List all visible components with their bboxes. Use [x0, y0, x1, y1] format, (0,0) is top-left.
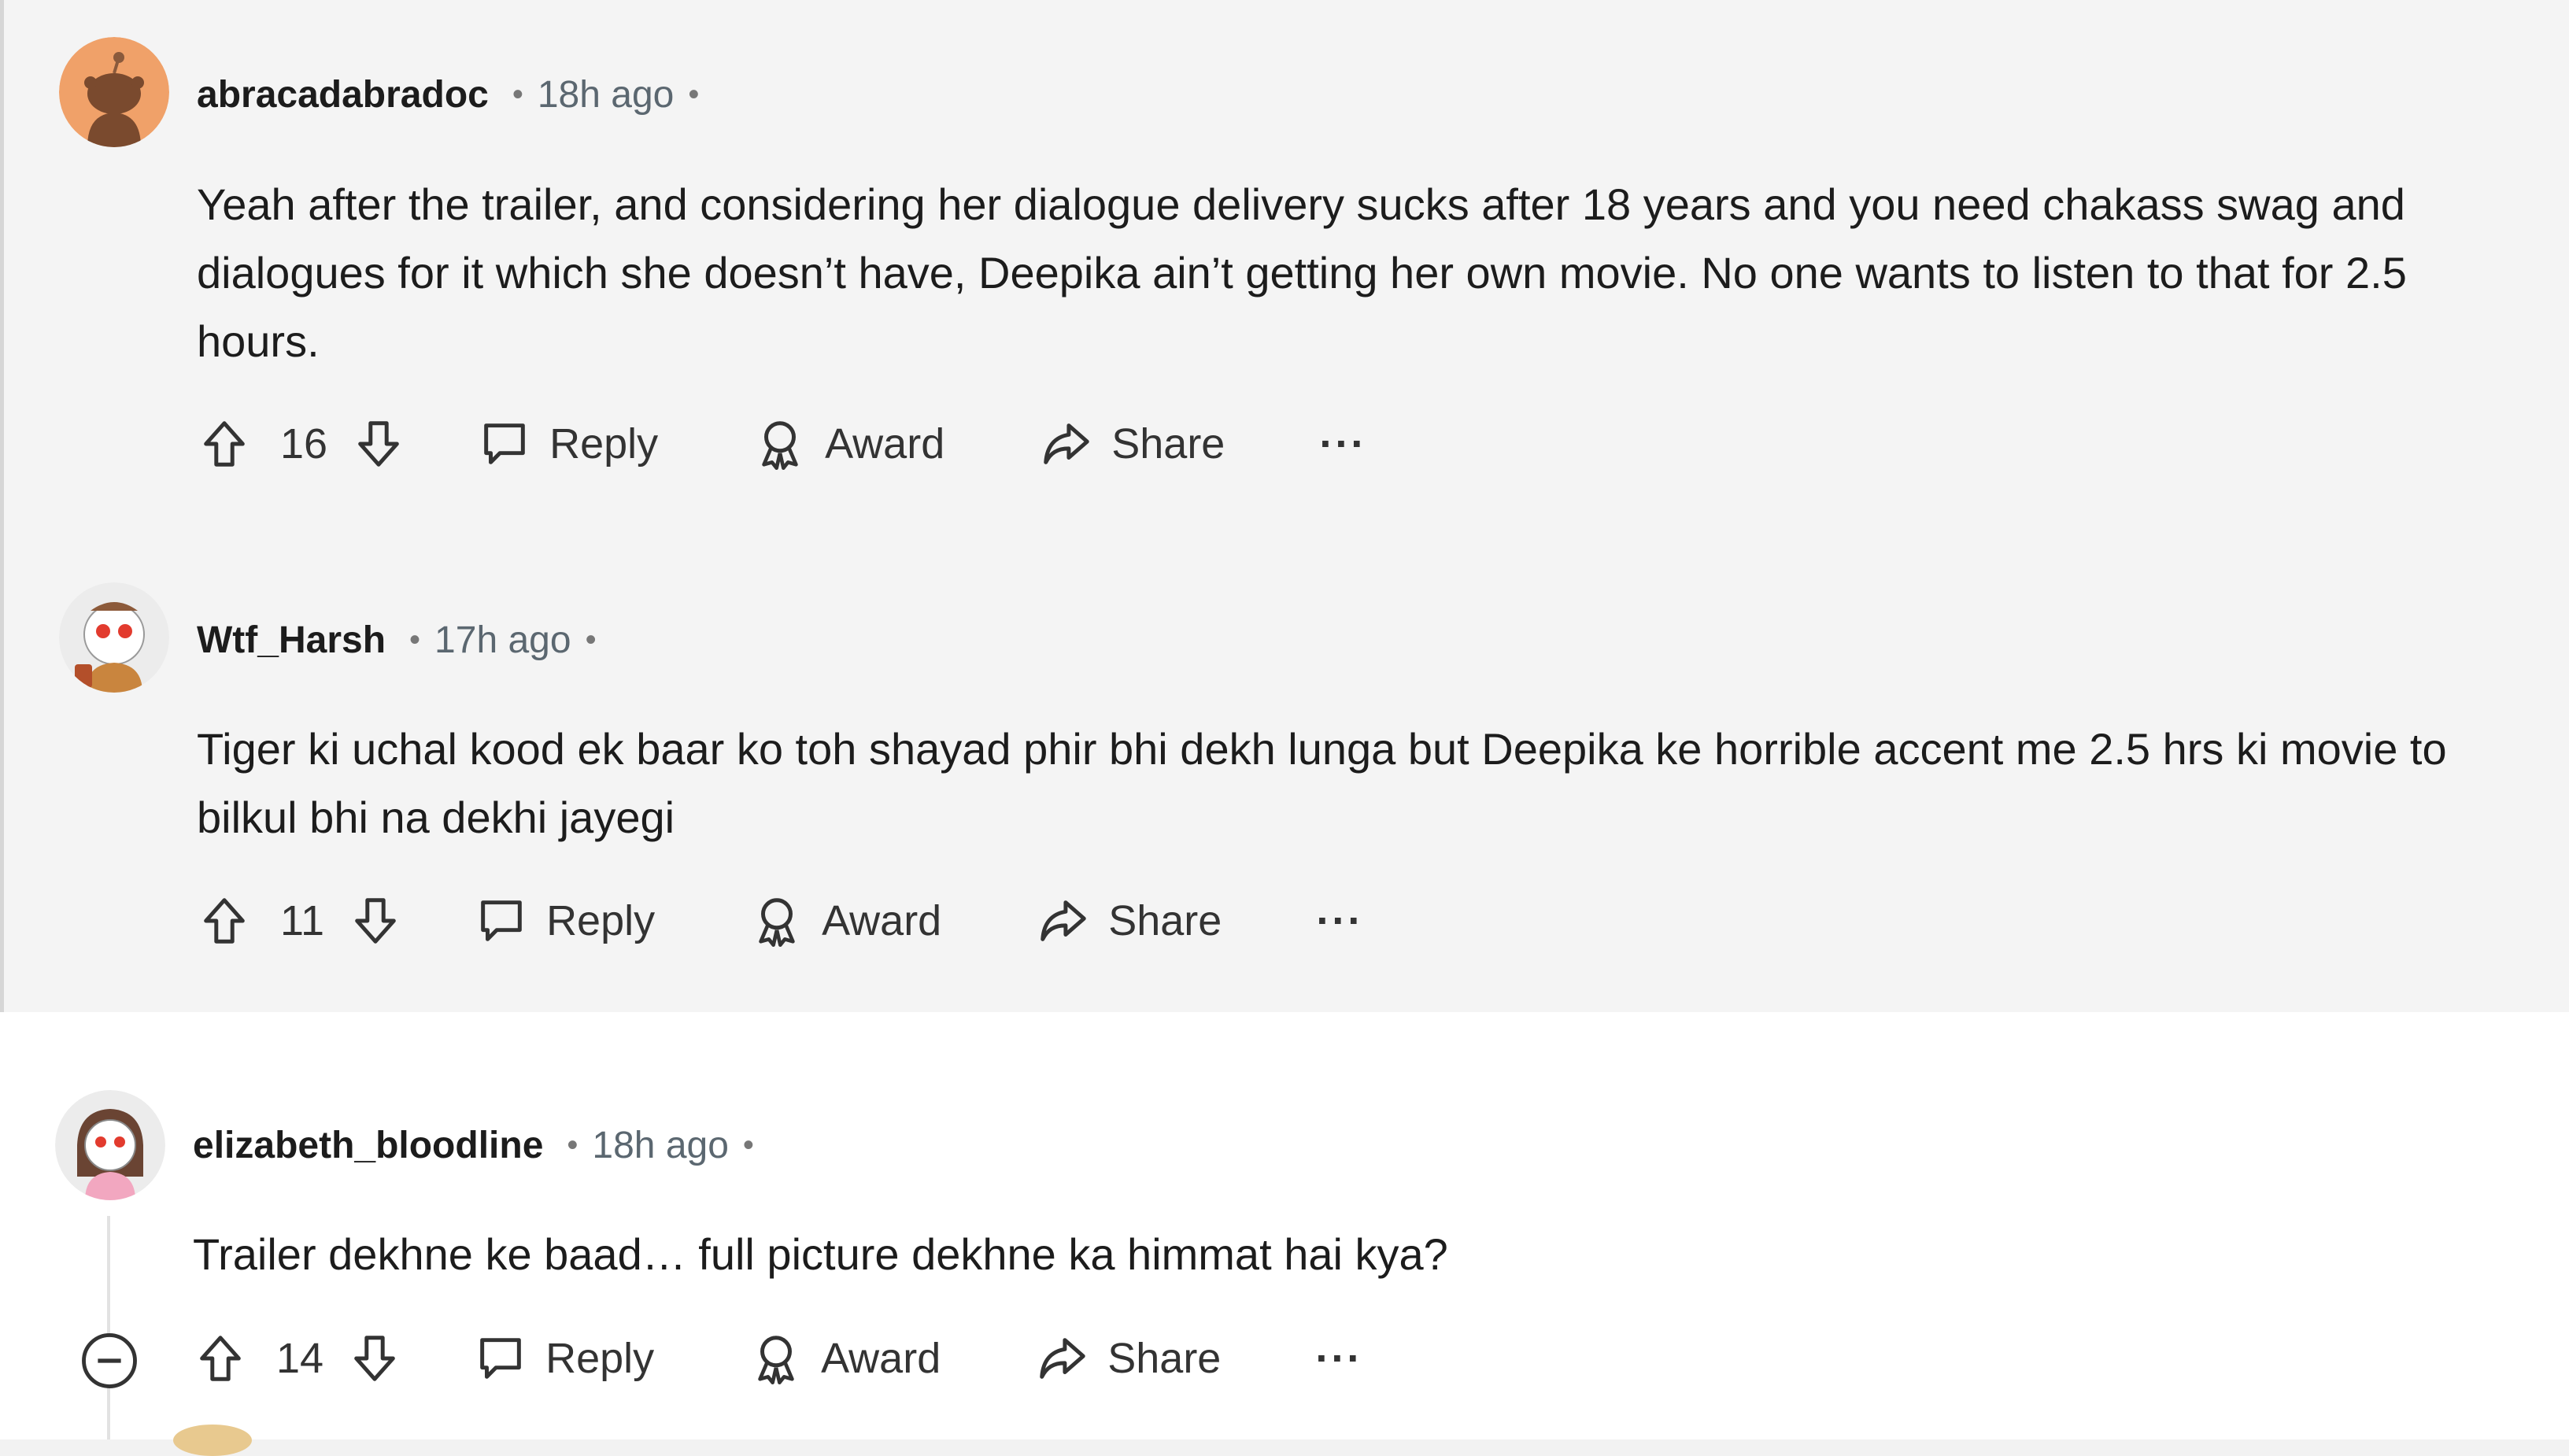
share-arrow-icon	[1036, 893, 1091, 948]
share-button[interactable]: Share	[1039, 416, 1225, 471]
comment-bubble-icon	[474, 893, 529, 948]
username[interactable]: abracadabradoc	[197, 73, 489, 116]
share-arrow-icon	[1035, 1331, 1090, 1386]
separator-dot: •	[742, 1127, 754, 1162]
vote-count: 11	[280, 897, 325, 944]
downvote-icon[interactable]	[347, 1331, 402, 1386]
award-label: Award	[825, 420, 945, 467]
share-label: Share	[1107, 1335, 1222, 1382]
share-button[interactable]: Share	[1036, 893, 1222, 948]
share-label: Share	[1108, 897, 1222, 944]
username[interactable]: elizabeth_bloodline	[193, 1124, 543, 1167]
comment-body: Trailer dekhne ke baad… full picture dek…	[193, 1229, 1448, 1279]
upvote-icon[interactable]	[197, 893, 252, 948]
vote-count: 16	[280, 420, 328, 467]
comment-body: Tiger ki uchal kood ek baar ko toh shaya…	[197, 724, 2460, 842]
thread-indent-line	[0, 0, 4, 1012]
comment-bubble-icon	[473, 1331, 528, 1386]
upvote-icon[interactable]	[197, 416, 252, 471]
snoo-avatar-icon	[55, 1090, 165, 1200]
downvote-icon[interactable]	[351, 416, 406, 471]
avatar[interactable]	[59, 582, 169, 693]
vote-count: 14	[276, 1335, 324, 1382]
reply-thread-line[interactable]	[107, 1216, 110, 1439]
snoo-avatar-icon	[59, 582, 169, 693]
downvote-icon[interactable]	[348, 893, 403, 948]
award-icon	[752, 416, 808, 471]
avatar[interactable]	[55, 1090, 165, 1200]
separator-dot: •	[567, 1127, 578, 1162]
award-icon	[749, 1331, 804, 1386]
separator-dot: •	[409, 622, 421, 657]
award-label: Award	[821, 1335, 941, 1382]
reply-button[interactable]: Reply	[477, 416, 658, 471]
separator-dot: •	[512, 76, 523, 112]
comment-meta: abracadabradoc • 18h ago •	[197, 67, 699, 122]
timestamp[interactable]: 18h ago	[538, 73, 675, 116]
share-label: Share	[1111, 420, 1225, 467]
reply-button[interactable]: Reply	[474, 893, 655, 948]
collapse-thread-button[interactable]	[79, 1330, 140, 1391]
comments-panel	[0, 0, 2569, 1012]
comment-actions: 14 Reply Award Share ···	[193, 1319, 1362, 1398]
award-button[interactable]: Award	[749, 1331, 941, 1386]
award-button[interactable]: Award	[749, 893, 941, 948]
share-button[interactable]: Share	[1035, 1331, 1221, 1386]
reply-label: Reply	[546, 897, 656, 944]
snoo-avatar-icon	[59, 37, 169, 147]
comment-bubble-icon	[477, 416, 532, 471]
timestamp[interactable]: 18h ago	[592, 1124, 729, 1167]
next-reply-avatar-peek	[173, 1425, 252, 1456]
timestamp[interactable]: 17h ago	[434, 619, 571, 662]
comment-actions: 11 Reply Award Share ···	[197, 881, 1363, 960]
comment-body: Yeah after the trailer, and considering …	[197, 179, 2419, 366]
reply-button[interactable]: Reply	[473, 1331, 654, 1386]
avatar[interactable]	[59, 37, 169, 147]
more-options-button[interactable]: ···	[1319, 419, 1366, 468]
reply-label: Reply	[549, 420, 659, 467]
minus-circle-icon	[82, 1333, 137, 1388]
award-button[interactable]: Award	[752, 416, 944, 471]
comment-actions: 16 Reply Award Share ···	[197, 405, 1366, 483]
more-options-button[interactable]: ···	[1315, 1334, 1362, 1383]
separator-dot: •	[688, 76, 700, 112]
upvote-icon[interactable]	[193, 1331, 248, 1386]
more-options-button[interactable]: ···	[1316, 896, 1363, 945]
username[interactable]: Wtf_Harsh	[197, 619, 386, 662]
comment-meta: Wtf_Harsh • 17h ago •	[197, 612, 597, 667]
award-label: Award	[822, 897, 942, 944]
separator-dot: •	[585, 622, 597, 657]
award-icon	[749, 893, 804, 948]
reply-label: Reply	[545, 1335, 655, 1382]
comment-meta: elizabeth_bloodline • 18h ago •	[193, 1118, 754, 1173]
share-arrow-icon	[1039, 416, 1094, 471]
